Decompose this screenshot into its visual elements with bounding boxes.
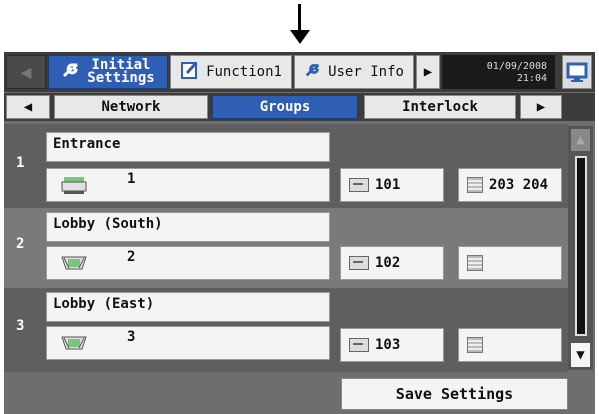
- other-device-field[interactable]: 203 204: [458, 168, 562, 202]
- group-unit-field[interactable]: 1: [46, 168, 330, 202]
- tab-initial-settings-label: Initial Settings: [87, 57, 155, 86]
- group-unit-field[interactable]: 3: [46, 326, 330, 360]
- other-device-field[interactable]: [458, 328, 562, 362]
- pointer-arrow-icon: [290, 30, 310, 44]
- group-unit-number: 1: [127, 171, 136, 187]
- triangle-left-icon: ◀: [23, 99, 33, 115]
- sub-prev-button[interactable]: ◀: [6, 95, 50, 119]
- tab-network[interactable]: Network: [54, 95, 208, 119]
- save-settings-button[interactable]: Save Settings: [341, 378, 568, 410]
- triangle-left-icon: ◀: [20, 61, 32, 83]
- save-settings-label: Save Settings: [395, 385, 514, 403]
- clock: 01/09/2008 21:04: [442, 55, 555, 89]
- triangle-right-icon: ▶: [536, 99, 546, 115]
- other-device-addresses: 203 204: [489, 177, 549, 193]
- wrench-icon: [304, 61, 322, 83]
- controller-icon: [349, 178, 369, 192]
- device-icon: [467, 177, 483, 193]
- clock-date: 01/09/2008: [486, 61, 547, 72]
- controller-icon: [349, 338, 369, 352]
- controller-field[interactable]: 102: [340, 246, 444, 280]
- group-index: 3: [16, 318, 25, 334]
- group-name: Lobby (South): [53, 216, 163, 232]
- group-index: 1: [16, 155, 25, 171]
- group-index: 2: [16, 236, 25, 252]
- scroll-down-button[interactable]: ▼: [570, 342, 591, 368]
- tab-user-info-label: User Info: [328, 64, 404, 80]
- tab-user-info[interactable]: User Info: [294, 55, 414, 89]
- tab-groups[interactable]: Groups: [212, 95, 358, 119]
- tab-function1-label: Function1: [206, 64, 282, 80]
- device-icon: [467, 337, 483, 353]
- controller-address: 101: [375, 177, 401, 193]
- controller-field[interactable]: 101: [340, 168, 444, 202]
- group-name: Entrance: [53, 136, 121, 152]
- group-unit-number: 3: [127, 329, 136, 345]
- controller-field[interactable]: 103: [340, 328, 444, 362]
- top-next-button[interactable]: ▶: [416, 55, 440, 89]
- triangle-up-icon: ▲: [576, 132, 585, 148]
- indoor-unit-icon: [61, 177, 87, 194]
- group-name-field[interactable]: Lobby (East): [46, 292, 330, 322]
- edit-icon: [180, 60, 200, 84]
- controller-address: 103: [375, 337, 401, 353]
- group-name: Lobby (East): [53, 296, 155, 312]
- tab-interlock-label: Interlock: [402, 99, 478, 115]
- group-name-field[interactable]: Entrance: [46, 132, 330, 162]
- tab-initial-settings[interactable]: Initial Settings: [48, 55, 168, 89]
- monitor-button[interactable]: [562, 55, 592, 89]
- group-unit-number: 2: [127, 249, 136, 265]
- other-device-field[interactable]: [458, 246, 562, 280]
- controller-address: 102: [375, 255, 401, 271]
- sub-next-button[interactable]: ▶: [520, 95, 562, 119]
- tab-function1[interactable]: Function1: [170, 55, 292, 89]
- scroll-thumb[interactable]: [575, 156, 587, 336]
- controller-icon: [349, 256, 369, 270]
- device-icon: [467, 255, 483, 271]
- group-unit-field[interactable]: 2: [46, 246, 330, 280]
- scroll-up-button[interactable]: ▲: [570, 128, 591, 152]
- tab-groups-label: Groups: [259, 99, 311, 115]
- wrench-icon: [61, 60, 81, 84]
- cassette-unit-icon: [61, 336, 87, 350]
- triangle-right-icon: ▶: [423, 64, 433, 80]
- cassette-unit-icon: [61, 256, 87, 270]
- group-name-field[interactable]: Lobby (South): [46, 212, 330, 242]
- tab-interlock[interactable]: Interlock: [364, 95, 516, 119]
- tab-network-label: Network: [101, 99, 161, 115]
- clock-time: 21:04: [516, 73, 547, 84]
- triangle-down-icon: ▼: [576, 347, 585, 363]
- monitor-icon: [566, 62, 588, 82]
- top-prev-button[interactable]: ◀: [6, 55, 46, 89]
